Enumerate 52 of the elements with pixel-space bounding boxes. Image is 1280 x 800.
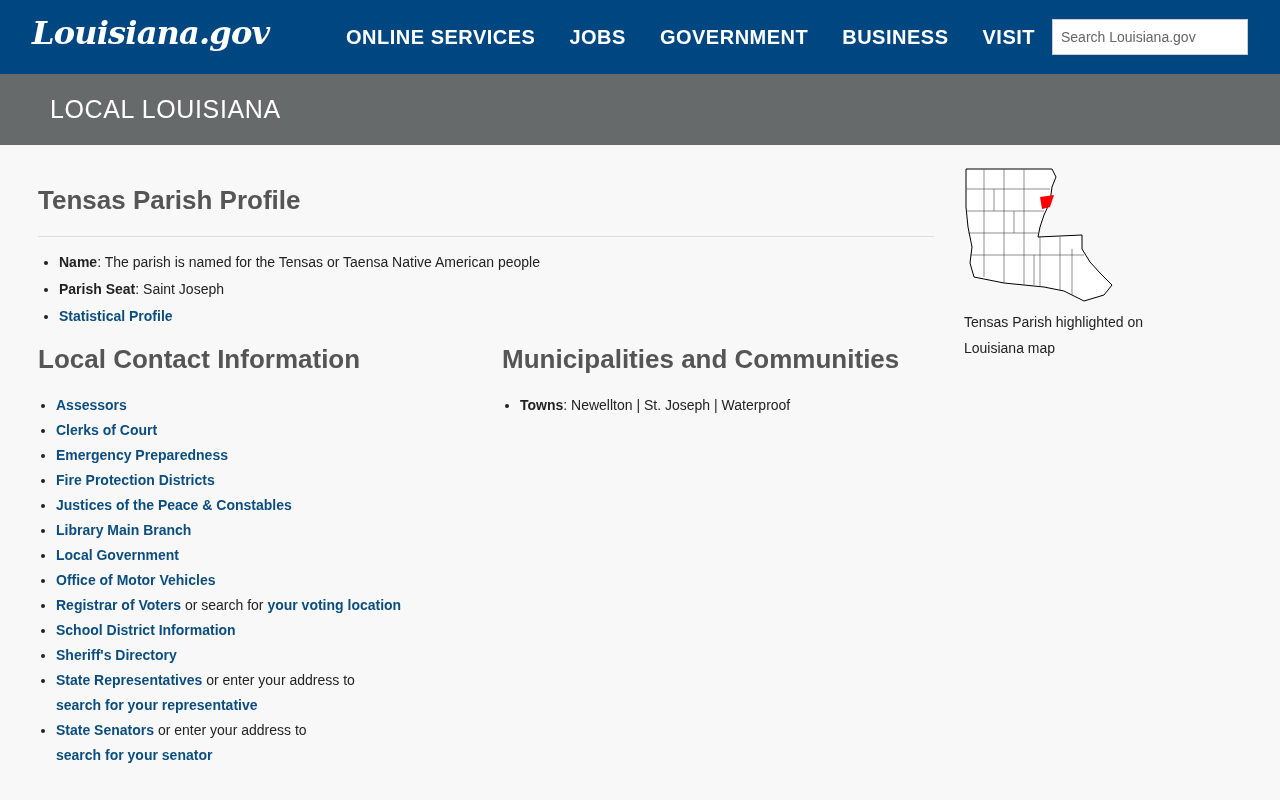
bullet-icon	[41, 504, 45, 508]
link[interactable]: School District Information	[56, 618, 236, 643]
link[interactable]: Office of Motor Vehicles	[56, 568, 216, 593]
bullet-icon	[44, 261, 48, 265]
site-logo[interactable]: Louisiana.gov	[32, 9, 270, 57]
contact-text: State Senators or enter your address to search for your senator	[56, 721, 308, 765]
map-caption: Tensas Parish highlighted on Louisiana map	[964, 313, 1144, 358]
contact-text: State Representatives or enter your address to search for your representative	[56, 671, 356, 715]
section-heading: Municipalities and Communities	[502, 343, 900, 376]
nav-link[interactable]: VISIT	[982, 22, 1035, 52]
bullet-icon	[41, 404, 45, 408]
nav-link[interactable]: JOBS	[569, 22, 626, 52]
bullet-icon	[41, 679, 45, 683]
link[interactable]: Registrar of Voters	[56, 597, 181, 613]
link[interactable]: search for your representative	[56, 697, 258, 713]
link[interactable]: State Senators	[56, 722, 155, 738]
bullet-icon	[44, 315, 48, 319]
link[interactable]: Justices of the Peace & Constables	[56, 493, 292, 518]
bullet-icon	[41, 454, 45, 458]
search-field[interactable]: Search Louisiana.gov	[1052, 19, 1248, 55]
link[interactable]: Local Government	[56, 543, 179, 568]
page-banner-title: LOCAL LOUISIANA	[50, 93, 281, 125]
profile-text: Parish Seat: Saint Joseph	[59, 280, 224, 299]
link[interactable]: Sheriff's Directory	[56, 643, 177, 668]
bullet-icon	[41, 654, 45, 658]
link[interactable]: Library Main Branch	[56, 518, 192, 543]
bullet-icon	[41, 529, 45, 533]
nav-link[interactable]: GOVERNMENT	[659, 22, 809, 52]
bullet-icon	[41, 554, 45, 558]
bullet-icon	[41, 579, 45, 583]
bullet-icon	[41, 629, 45, 633]
link[interactable]: search for your senator	[56, 747, 213, 763]
link[interactable]: Clerks of Court	[56, 418, 158, 443]
bullet-icon	[41, 429, 45, 433]
bullet-icon	[44, 288, 48, 292]
contact-text: Registrar of Voters or search for your voting location	[56, 596, 402, 615]
link[interactable]: Statistical Profile	[59, 303, 173, 330]
bullet-icon	[41, 479, 45, 483]
link[interactable]: Emergency Preparedness	[56, 443, 228, 468]
towns-text: Towns: Newellton | St. Joseph | Waterproof	[520, 396, 791, 415]
bullet-icon	[41, 604, 45, 608]
bullet-icon	[41, 729, 45, 733]
section-heading: Local Contact Information	[38, 343, 362, 376]
link[interactable]: Fire Protection Districts	[56, 468, 215, 493]
link[interactable]: your voting location	[267, 597, 402, 613]
nav-link[interactable]: ONLINE SERVICES	[346, 22, 536, 52]
nav-link[interactable]: BUSINESS	[842, 22, 949, 52]
link[interactable]: Assessors	[56, 393, 127, 418]
section-heading: Tensas Parish Profile	[38, 165, 934, 237]
link[interactable]: State Representatives	[56, 672, 203, 688]
bullet-icon	[505, 404, 509, 408]
profile-text: Name: The parish is named for the Tensas or Taensa Native American people	[59, 253, 540, 272]
